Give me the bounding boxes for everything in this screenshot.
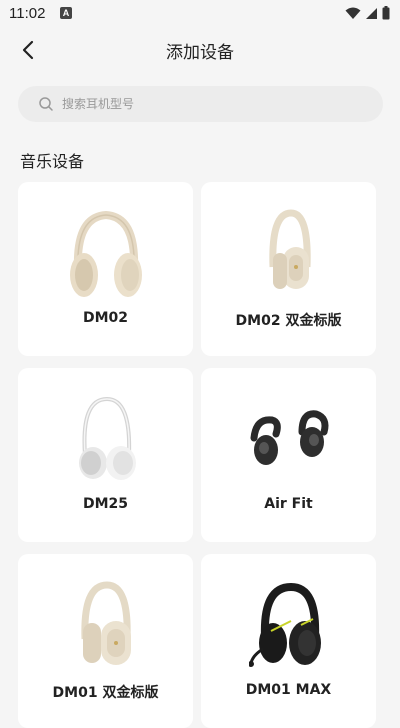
device-card[interactable]: DM01 MAX: [201, 554, 376, 728]
gaming-headset-black-icon: [248, 582, 321, 667]
signal-icon: [366, 7, 377, 19]
search-icon: [39, 97, 53, 111]
search-input[interactable]: [62, 94, 362, 114]
section-title: 音乐设备: [20, 152, 85, 171]
notification-icon: A: [60, 7, 72, 19]
device-image: [201, 574, 376, 684]
wifi-icon: [345, 7, 361, 19]
headphones-cream-icon: [69, 210, 142, 297]
device-image: [201, 202, 376, 312]
device-image: [18, 202, 193, 312]
header: 添加设备: [0, 28, 400, 72]
device-image: [18, 388, 193, 498]
battery-icon: [382, 6, 390, 20]
search-bar[interactable]: [18, 86, 383, 122]
headphones-cream-gold-icon: [80, 581, 131, 665]
device-name: DM25: [82, 496, 129, 512]
headphones-white-onear-icon: [78, 396, 136, 480]
status-bar: 11:02 A: [0, 0, 400, 28]
device-name: DM02: [82, 310, 129, 326]
device-name: Air Fit: [264, 496, 313, 512]
status-time: 11:02: [9, 5, 46, 22]
page-title: 添加设备: [166, 43, 234, 63]
headphones-cream-gold-icon: [268, 209, 311, 289]
device-image: [18, 574, 193, 684]
device-card[interactable]: DM25: [18, 368, 193, 542]
device-card[interactable]: Air Fit: [201, 368, 376, 542]
open-earbuds-icon: [250, 410, 328, 465]
device-card[interactable]: DM02: [18, 182, 193, 356]
device-image: [201, 388, 376, 498]
status-icons: [345, 6, 390, 20]
device-name: DM01 双金标版: [52, 685, 159, 701]
device-name: DM02 双金标版: [235, 313, 342, 329]
device-card[interactable]: DM02 双金标版: [201, 182, 376, 356]
device-name: DM01 MAX: [245, 682, 332, 698]
device-card[interactable]: DM01 双金标版: [18, 554, 193, 728]
